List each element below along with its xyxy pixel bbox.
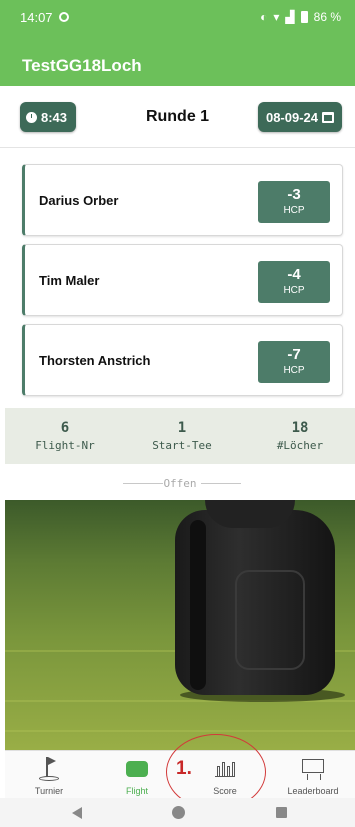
flight-status-row: Offen <box>5 464 355 500</box>
signal-icon: ▟ <box>285 10 295 24</box>
flag-icon <box>39 757 59 781</box>
annotation-label: 1. <box>176 758 192 779</box>
nav-label: Turnier <box>34 786 64 796</box>
date-button[interactable]: 08-09-24 <box>258 102 342 132</box>
nav-label: Leaderboard <box>287 786 339 796</box>
leaderboard-icon <box>302 759 324 780</box>
home-icon[interactable] <box>172 806 185 819</box>
player-card[interactable]: Thorsten Anstrich -7 HCP <box>22 324 343 396</box>
golf-bag-top <box>205 500 295 528</box>
flight-status: Offen <box>163 477 197 490</box>
hcp-label: HCP <box>283 365 305 376</box>
back-icon[interactable] <box>72 807 82 819</box>
round-date: 08-09-24 <box>265 109 319 125</box>
recent-apps-icon[interactable] <box>276 807 287 818</box>
player-card[interactable]: Tim Maler -4 HCP <box>22 244 343 316</box>
vibrate-icon: ◐ <box>260 10 268 24</box>
flight-icon <box>126 761 148 777</box>
nav-label: Score <box>213 786 237 796</box>
app-title: TestGG18Loch <box>22 56 142 75</box>
hcp-badge: -3 HCP <box>258 181 330 223</box>
hcp-label: HCP <box>283 205 305 216</box>
start-tee-value: 1 <box>177 420 187 436</box>
flight-info-strip: 6 Flight-Nr 1 Start-Tee 18 #Löcher <box>5 408 355 464</box>
hole-count-value: 18 <box>291 420 309 436</box>
status-bar: 14:07 ◐ ▾ ▟ 86 % <box>0 0 355 34</box>
notification-icon <box>58 12 69 22</box>
wifi-icon: ▾ <box>273 10 280 24</box>
hcp-value: -7 <box>287 346 301 363</box>
hole-count-label: #Löcher <box>276 439 324 452</box>
battery-icon <box>300 11 308 23</box>
nav-flight[interactable]: Flight <box>93 751 181 799</box>
bar-chart-icon <box>215 759 235 777</box>
hcp-badge: -4 HCP <box>258 261 330 303</box>
calendar-icon <box>322 111 335 123</box>
app-bar: TestGG18Loch <box>0 34 355 86</box>
flight-number-label: Flight-Nr <box>35 439 95 452</box>
nav-score[interactable]: Score <box>181 751 269 799</box>
start-tee-label: Start-Tee <box>152 439 212 452</box>
player-card[interactable]: Darius Orber -3 HCP <box>22 164 343 236</box>
nav-leaderboard[interactable]: Leaderboard <box>269 751 355 799</box>
battery-percentage: 86 % <box>313 10 341 24</box>
hcp-badge: -7 HCP <box>258 341 330 383</box>
flight-number-value: 6 <box>60 420 70 436</box>
hcp-label: HCP <box>283 285 305 296</box>
start-tee: 1 Start-Tee <box>132 420 232 452</box>
player-name: Tim Maler <box>39 273 100 288</box>
nav-label: Flight <box>125 786 148 796</box>
golf-bag-photo <box>5 500 355 750</box>
hole-count: 18 #Löcher <box>250 420 350 452</box>
divider <box>201 483 241 484</box>
round-header: 8:43 Runde 1 08-09-24 <box>0 86 355 148</box>
hcp-value: -4 <box>287 266 301 283</box>
flight-number: 6 Flight-Nr <box>15 420 115 452</box>
nav-turnier[interactable]: Turnier <box>5 751 93 799</box>
golf-bag-pocket <box>235 570 305 670</box>
player-name: Thorsten Anstrich <box>39 353 151 368</box>
grass-texture <box>5 730 355 732</box>
golf-bag-strap <box>190 520 206 690</box>
player-name: Darius Orber <box>39 193 119 208</box>
status-time: 14:07 <box>20 9 53 25</box>
hcp-value: -3 <box>287 186 301 203</box>
system-navigation-bar <box>0 798 355 827</box>
player-list: Darius Orber -3 HCP Tim Maler -4 HCP Tho… <box>0 148 355 408</box>
